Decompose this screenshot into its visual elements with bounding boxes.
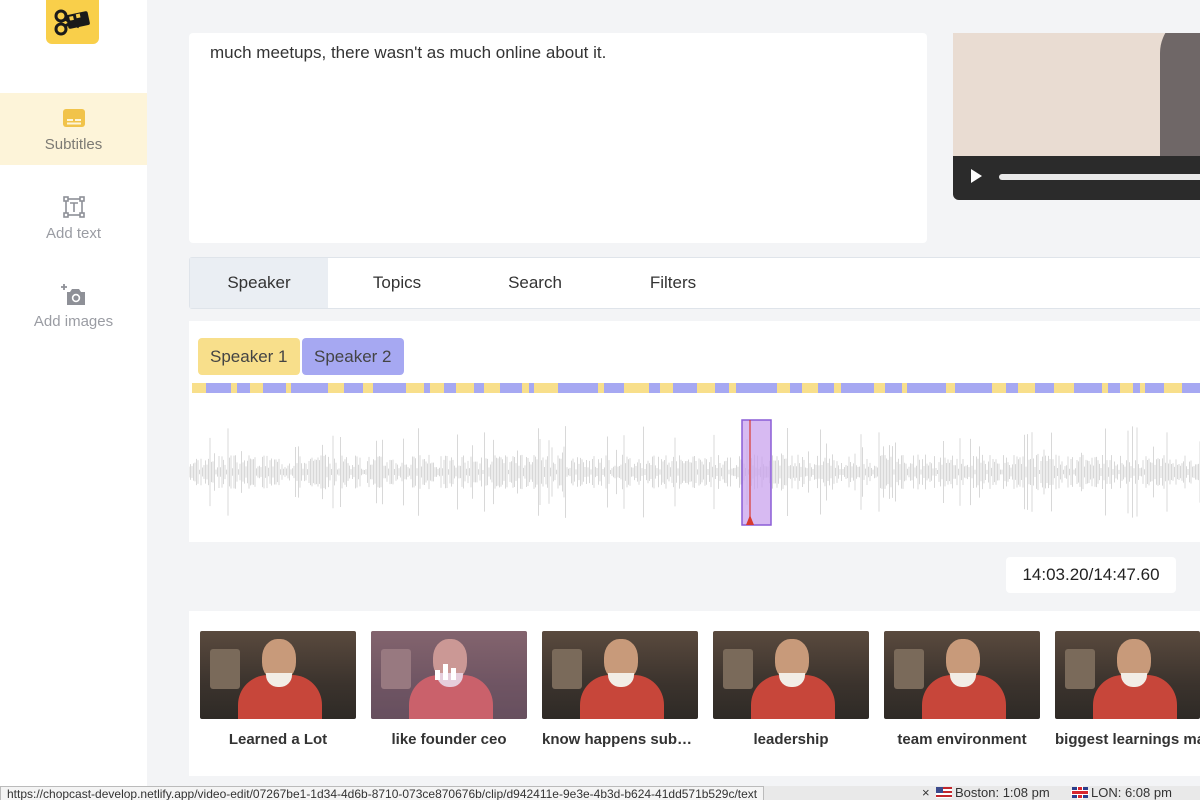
london-time: LON: 6:08 pm [1091, 785, 1172, 800]
speaker-1-chip[interactable]: Speaker 1 [198, 338, 300, 375]
tab-speaker[interactable]: Speaker [190, 258, 328, 308]
clip-card[interactable]: team environment [884, 631, 1040, 748]
clip-card[interactable]: Learned a Lot [200, 631, 356, 748]
speaker-timeline-panel: Speaker 1 Speaker 2 [189, 321, 1200, 542]
playback-time-readout: 14:03.20/14:47.60 [1006, 557, 1176, 593]
sidebar-item-label: Add text [45, 224, 102, 242]
tab-search[interactable]: Search [466, 258, 604, 308]
clip-thumbnail[interactable] [1055, 631, 1200, 719]
clip-thumbnail[interactable] [200, 631, 356, 719]
now-playing-icon [435, 664, 456, 680]
clip-selection-region[interactable] [741, 419, 772, 526]
transcript-panel: much meetups, there wasn't as much onlin… [189, 33, 927, 243]
clip-card[interactable]: know happens subcons... [542, 631, 698, 748]
clip-title: biggest learnings ma [1055, 731, 1200, 748]
boston-clock: Boston: 1:08 pm [936, 786, 1050, 800]
sidebar-item-add-text[interactable]: Add text [0, 182, 147, 254]
video-player[interactable] [953, 33, 1200, 200]
clip-thumbnail[interactable] [371, 631, 527, 719]
clip-thumbnail[interactable] [713, 631, 869, 719]
video-controls [953, 156, 1200, 200]
analysis-tabs: Speaker Topics Search Filters [189, 257, 1200, 309]
status-url: https://chopcast-develop.netlify.app/vid… [0, 786, 765, 800]
clip-thumbnail[interactable] [884, 631, 1040, 719]
london-clock: LON: 6:08 pm [1072, 786, 1172, 800]
tab-filters[interactable]: Filters [604, 258, 742, 308]
clip-title: leadership [753, 731, 829, 748]
audio-waveform[interactable] [189, 417, 1200, 527]
clip-card[interactable]: leadership [713, 631, 869, 748]
play-icon[interactable] [971, 169, 982, 183]
sidebar-item-subtitles[interactable]: Subtitles [0, 93, 147, 165]
browser-status-bar: https://chopcast-develop.netlify.app/vid… [0, 786, 1200, 800]
text-box-icon [62, 195, 85, 218]
close-icon[interactable]: × [922, 786, 930, 800]
sidebar-item-label: Subtitles [44, 135, 103, 153]
clip-card[interactable]: biggest learnings ma [1055, 631, 1200, 748]
speaker-2-chip[interactable]: Speaker 2 [302, 338, 404, 375]
uk-flag-icon [1072, 787, 1088, 798]
app-logo[interactable] [46, 0, 99, 44]
sidebar-item-label: Add images [33, 312, 114, 330]
video-progress-bar[interactable] [999, 174, 1200, 180]
left-sidebar: Subtitles Add text Add images [0, 0, 147, 800]
subtitles-icon [62, 108, 85, 127]
speaker-segments-track[interactable] [192, 383, 1200, 393]
sidebar-item-add-images[interactable]: Add images [0, 270, 147, 342]
scissors-clapper-icon [54, 9, 90, 36]
clip-title: team environment [897, 731, 1027, 748]
clip-title: like founder ceo [391, 731, 507, 748]
clip-title: know happens subcons... [542, 731, 698, 748]
clip-card[interactable]: like founder ceo [371, 631, 527, 748]
clip-thumbnail[interactable] [542, 631, 698, 719]
us-flag-icon [936, 787, 952, 798]
clip-title: Learned a Lot [228, 731, 328, 748]
boston-time: Boston: 1:08 pm [955, 785, 1050, 800]
transcript-text[interactable]: much meetups, there wasn't as much onlin… [210, 43, 606, 63]
clips-carousel: Learned a Lot like founder ceo know happ… [189, 611, 1200, 776]
tab-topics[interactable]: Topics [328, 258, 466, 308]
add-photo-icon [60, 283, 85, 305]
